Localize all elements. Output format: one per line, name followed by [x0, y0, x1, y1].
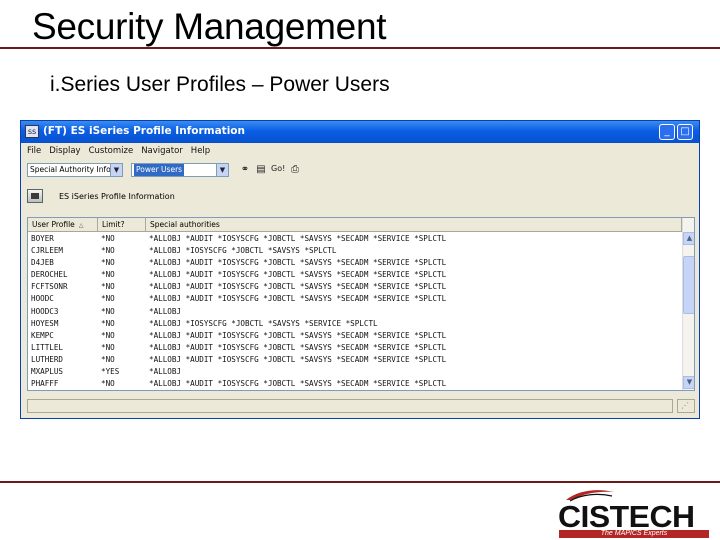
table-row[interactable]: LUTHERD *NO *ALLOBJ *AUDIT *IOSYSCFG *JOBC… — [28, 354, 682, 366]
limit-cell: *YES — [101, 367, 120, 377]
authorities-cell: *ALLOBJ *AUDIT *IOSYSCFG *JOBCTL *SAVSYS… — [149, 379, 447, 389]
limit-cell: *NO — [101, 342, 115, 352]
authorities-cell: *ALLOBJ *AUDIT *IOSYSCFG *JOBCTL *SAVSYS… — [149, 270, 447, 280]
menu-help[interactable]: Help — [191, 146, 210, 156]
authorities-cell: *ALLOBJ — [149, 367, 182, 377]
limit-cell: *NO — [101, 379, 115, 389]
printer-icon[interactable]: ⎙ — [289, 164, 301, 176]
authorities-cell: *ALLOBJ — [149, 306, 182, 316]
binoculars-icon[interactable]: ⚭ — [239, 164, 251, 176]
maximize-button[interactable]: □ — [677, 124, 693, 140]
toolbar: Special Authority Info ▼ Power Users ▼ ⚭… — [21, 161, 699, 179]
table-header: User Profile △ Limit? Special authorities — [28, 218, 682, 232]
app-icon[interactable]: ss — [25, 125, 39, 138]
title-divider — [0, 47, 720, 49]
column-header-user-label: User Profile — [32, 220, 75, 229]
menu-navigator[interactable]: Navigator — [141, 146, 183, 156]
status-bar — [27, 399, 673, 413]
table-row[interactable]: DEROCHEL *NO *ALLOBJ *AUDIT *IOSYSCFG *JOB… — [28, 269, 682, 281]
group-select-value: Power Users — [134, 164, 185, 176]
filter-select[interactable]: Special Authority Info ▼ — [27, 163, 123, 177]
window-titlebar[interactable]: ss (FT) ES iSeries Profile Information _… — [21, 121, 699, 143]
bottom-divider — [0, 481, 720, 483]
limit-cell: *NO — [101, 354, 115, 364]
user-profile-cell: HOODC — [31, 294, 54, 304]
limit-cell: *NO — [101, 294, 115, 304]
limit-cell: *NO — [101, 246, 115, 256]
table-row[interactable]: HOODC *NO *ALLOBJ *AUDIT *IOSYSCFG *JOBCTL… — [28, 293, 682, 305]
user-profile-cell: D4JEB — [31, 258, 54, 268]
column-header-limit[interactable]: Limit? — [98, 218, 146, 231]
user-profile-cell: PHAFFF — [31, 379, 59, 389]
slide-subtitle: i.Series User Profiles – Power Users — [50, 73, 390, 96]
authorities-cell: *ALLOBJ *AUDIT *IOSYSCFG *JOBCTL *SAVSYS… — [149, 258, 447, 268]
menu-bar: File Display Customize Navigator Help — [21, 143, 699, 159]
filter-icon[interactable]: ▤ — [255, 164, 267, 176]
window-title: (FT) ES iSeries Profile Information — [43, 125, 245, 137]
authorities-cell: *ALLOBJ *IOSYSCFG *JOBCTL *SAVSYS *SERVI… — [149, 318, 378, 328]
user-profile-cell: MXAPLUS — [31, 367, 64, 377]
table-row[interactable]: HOODC3 *NO *ALLOBJ — [28, 306, 682, 318]
authorities-cell: *ALLOBJ *AUDIT *IOSYSCFG *JOBCTL *SAVSYS… — [149, 354, 447, 364]
limit-cell: *NO — [101, 330, 115, 340]
vertical-scrollbar[interactable]: ▲ ▼ — [682, 218, 694, 390]
table-row[interactable]: KEMPC *NO *ALLOBJ *AUDIT *IOSYSCFG *JOBCTL… — [28, 330, 682, 342]
menu-file[interactable]: File — [27, 146, 41, 156]
table-row[interactable]: CJRLEEM *NO *ALLOBJ *IOSYSCFG *JOBCTL *SAV… — [28, 245, 682, 257]
slide-title: Security Management — [32, 6, 387, 47]
user-profile-cell: HOYESM — [31, 318, 59, 328]
authorities-cell: *ALLOBJ *AUDIT *IOSYSCFG *JOBCTL *SAVSYS… — [149, 294, 447, 304]
scroll-up-icon[interactable]: ▲ — [683, 232, 694, 245]
chevron-down-icon[interactable]: ▼ — [110, 164, 122, 176]
table-row[interactable]: LITTLEL *NO *ALLOBJ *AUDIT *IOSYSCFG *JOBC… — [28, 342, 682, 354]
panel-title: ES iSeries Profile Information — [59, 192, 175, 201]
limit-cell: *NO — [101, 306, 115, 316]
user-profile-cell: FCFTSONR — [31, 282, 68, 292]
user-profile-cell: HOODC3 — [31, 306, 59, 316]
go-button[interactable]: Go! — [271, 164, 285, 173]
panel-header: ES iSeries Profile Information — [21, 185, 699, 207]
authorities-cell: *ALLOBJ *AUDIT *IOSYSCFG *JOBCTL *SAVSYS… — [149, 282, 447, 292]
user-profile-cell: BOYER — [31, 234, 54, 243]
profiles-table: User Profile △ Limit? Special authorities… — [27, 217, 695, 391]
table-row[interactable]: PHAFFF *NO *ALLOBJ *AUDIT *IOSYSCFG *JOBCT… — [28, 378, 682, 390]
menu-customize[interactable]: Customize — [89, 146, 134, 156]
limit-cell: *NO — [101, 234, 115, 243]
table-row[interactable]: BOYER *NO *ALLOBJ *AUDIT *IOSYSCFG *JOBCTL… — [28, 233, 682, 245]
table-row[interactable]: FCFTSONR *NO *ALLOBJ *AUDIT *IOSYSCFG *JOB… — [28, 281, 682, 293]
table-row[interactable]: HOYESM *NO *ALLOBJ *IOSYSCFG *JOBCTL *SAVS… — [28, 318, 682, 330]
authorities-cell: *ALLOBJ *IOSYSCFG *JOBCTL *SAVSYS *SPLCT… — [149, 246, 337, 256]
limit-cell: *NO — [101, 270, 115, 280]
authorities-cell: *ALLOBJ *AUDIT *IOSYSCFG *JOBCTL *SAVSYS… — [149, 330, 447, 340]
sort-asc-icon: △ — [78, 222, 84, 229]
resize-grip-icon[interactable]: ⋰ — [681, 401, 689, 410]
filter-select-value: Special Authority Info — [30, 165, 111, 174]
table-row[interactable]: D4JEB *NO *ALLOBJ *AUDIT *IOSYSCFG *JOBCTL… — [28, 257, 682, 269]
app-window: ss (FT) ES iSeries Profile Information _… — [20, 120, 700, 419]
chevron-down-icon[interactable]: ▼ — [216, 164, 228, 176]
group-select[interactable]: Power Users ▼ — [131, 163, 229, 177]
user-profile-cell: LITTLEL — [31, 342, 64, 352]
logo-tagline: The MAPICS Experts — [559, 530, 709, 538]
cistech-logo: CISTECH The MAPICS Experts — [556, 488, 716, 538]
user-profile-cell: DEROCHEL — [31, 270, 68, 280]
scroll-down-icon[interactable]: ▼ — [683, 376, 694, 389]
table-body: BOYER *NO *ALLOBJ *AUDIT *IOSYSCFG *JOBCTL… — [28, 233, 682, 390]
user-profile-cell: KEMPC — [31, 330, 54, 340]
user-profile-cell: CJRLEEM — [31, 246, 64, 256]
authorities-cell: *ALLOBJ *AUDIT *IOSYSCFG *JOBCTL *SAVSYS… — [149, 234, 447, 243]
limit-cell: *NO — [101, 318, 115, 328]
scroll-thumb[interactable] — [683, 256, 694, 314]
limit-cell: *NO — [101, 282, 115, 292]
menu-display[interactable]: Display — [49, 146, 80, 156]
table-row[interactable]: MXAPLUS *YES *ALLOBJ — [28, 366, 682, 378]
authorities-cell: *ALLOBJ *AUDIT *IOSYSCFG *JOBCTL *SAVSYS… — [149, 342, 447, 352]
server-icon — [27, 189, 43, 203]
column-header-user[interactable]: User Profile △ — [28, 218, 98, 231]
minimize-button[interactable]: _ — [659, 124, 675, 140]
limit-cell: *NO — [101, 258, 115, 268]
user-profile-cell: LUTHERD — [31, 354, 64, 364]
column-header-authorities[interactable]: Special authorities — [146, 218, 682, 231]
